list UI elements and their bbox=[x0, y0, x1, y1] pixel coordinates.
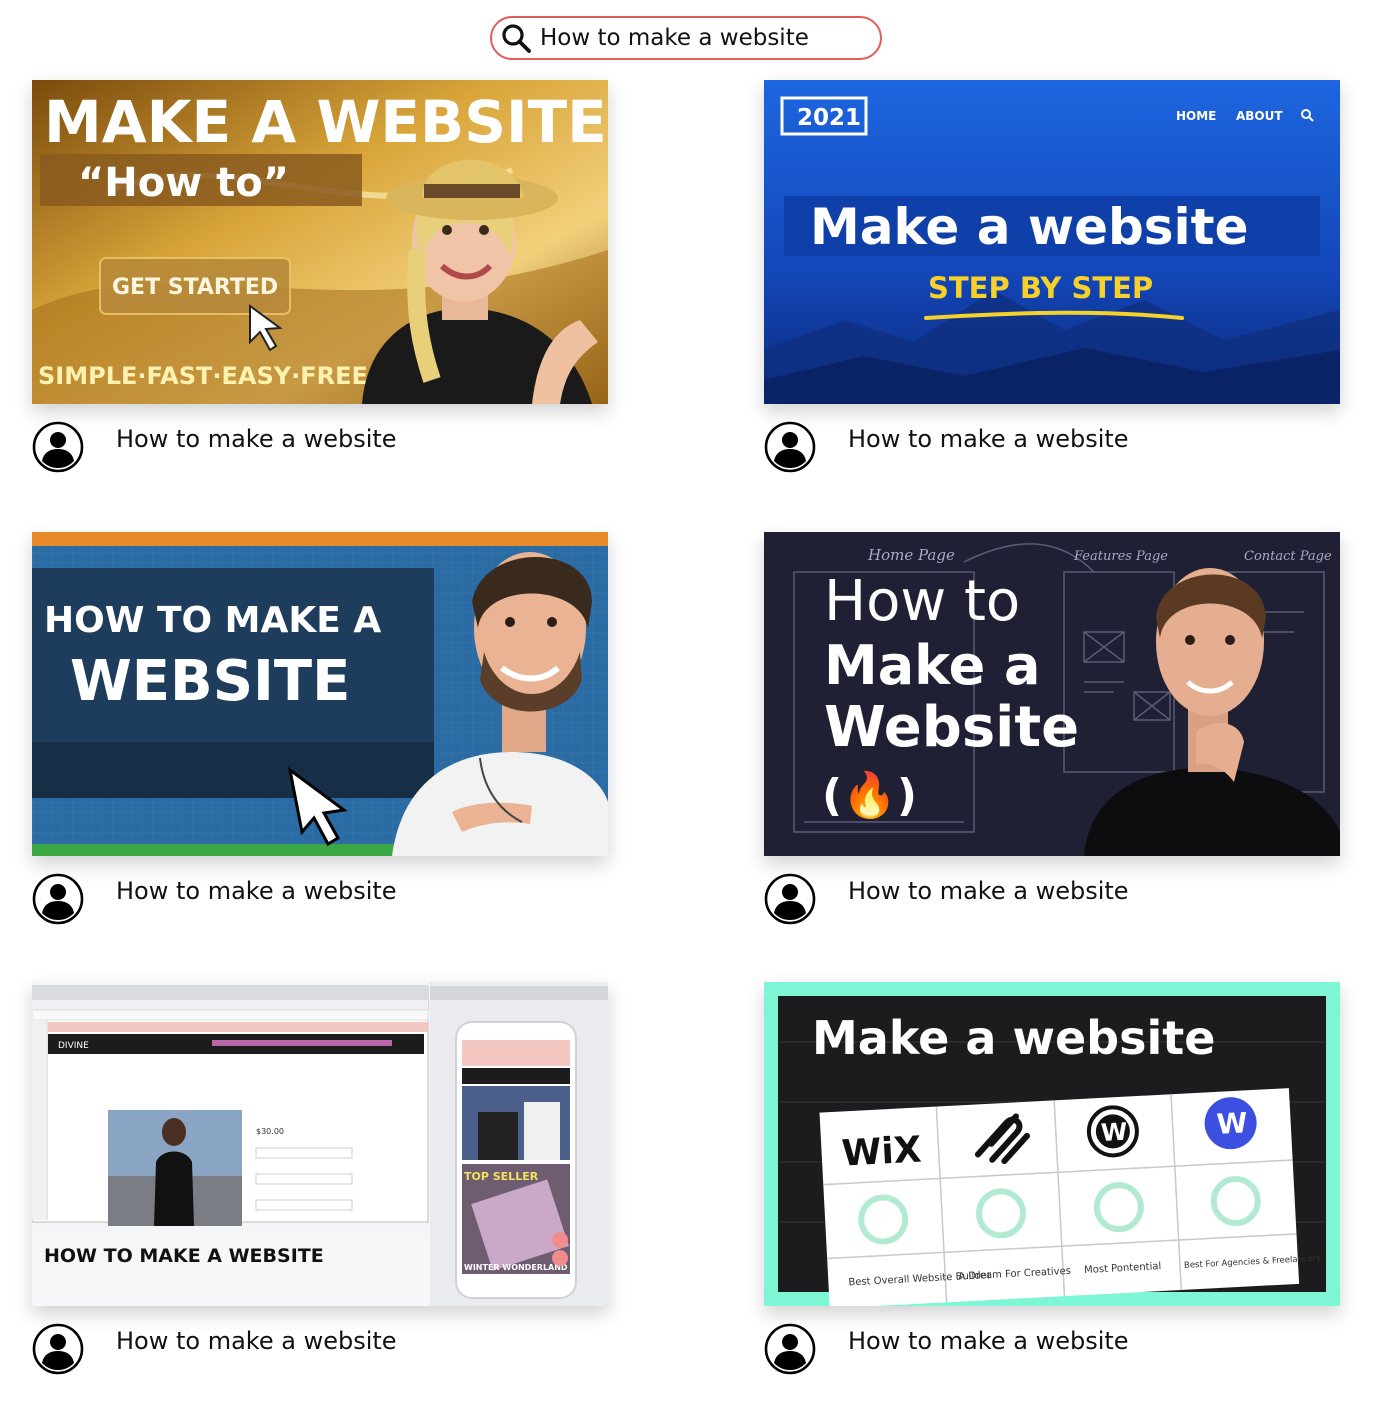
video-meta: How to make a website bbox=[764, 872, 1340, 928]
thumbnail-caption: HOW TO MAKE A WEBSITE bbox=[44, 1245, 324, 1267]
thumbnail-art: DIVINE $30.00 HOW TO MAKE A WEBSITE TOP … bbox=[32, 982, 608, 1306]
thumbnail-line1: How to bbox=[824, 569, 1020, 634]
thumbnail-sketch-home: Home Page bbox=[867, 546, 955, 564]
video-thumbnail[interactable]: DIVINE $30.00 HOW TO MAKE A WEBSITE TOP … bbox=[32, 982, 608, 1306]
thumbnail-subhead: STEP BY STEP bbox=[928, 271, 1153, 305]
video-thumbnail[interactable]: Home Page Features Page Contact Page How… bbox=[764, 532, 1340, 856]
thumbnail-line2: Make a bbox=[824, 634, 1041, 697]
thumbnail-nav-about: ABOUT bbox=[1236, 109, 1283, 123]
thumbnail-footer: SIMPLE·FAST·EASY·FREE bbox=[38, 362, 368, 390]
user-avatar-icon[interactable] bbox=[764, 873, 816, 925]
thumbnail-art: HOW TO MAKE A WEBSITE bbox=[32, 532, 608, 856]
video-meta: How to make a website bbox=[32, 872, 608, 928]
webflow-logo-letter: W bbox=[1216, 1106, 1249, 1141]
thumbnail-line1: HOW TO MAKE A bbox=[44, 600, 381, 641]
thumbnail-art: 2021 HOME ABOUT Make a website STEP BY S… bbox=[764, 80, 1340, 404]
thumbnail-brand: DIVINE bbox=[58, 1041, 89, 1051]
thumbnail-subhead: “How to” bbox=[78, 160, 289, 206]
thumbnail-promo-winter: WINTER WONDERLAND bbox=[464, 1263, 568, 1272]
search-input[interactable] bbox=[540, 20, 870, 56]
thumbnail-art: Home Page Features Page Contact Page How… bbox=[764, 532, 1340, 856]
thumbnail-headline: Make a website bbox=[810, 198, 1248, 256]
video-title[interactable]: How to make a website bbox=[116, 1327, 397, 1355]
video-title[interactable]: How to make a website bbox=[848, 877, 1129, 905]
video-thumbnail[interactable]: Make a website WiX W W Best Overall Webs… bbox=[764, 982, 1340, 1306]
video-meta: How to make a website bbox=[32, 1322, 608, 1378]
thumbnail-price: $30.00 bbox=[256, 1127, 284, 1136]
thumbnail-art: Make a website WiX W W Best Overall Webs… bbox=[764, 982, 1340, 1306]
video-thumbnail[interactable]: MAKE A WEBSITE “How to” GET STARTED SIMP… bbox=[32, 80, 608, 404]
thumbnail-logo: (🔥) bbox=[822, 770, 917, 821]
video-meta: How to make a website bbox=[764, 1322, 1340, 1378]
search-icon bbox=[502, 24, 531, 53]
thumbnail-promo-top: TOP SELLER bbox=[464, 1170, 539, 1183]
video-meta: How to make a website bbox=[32, 420, 608, 476]
thumbnail-sketch-features: Features Page bbox=[1073, 549, 1168, 564]
video-title[interactable]: How to make a website bbox=[848, 425, 1129, 453]
svg-text:W: W bbox=[1100, 1118, 1128, 1147]
user-avatar-icon[interactable] bbox=[32, 421, 84, 473]
thumbnail-line2: WEBSITE bbox=[70, 649, 350, 714]
thumbnail-logo-wix: WiX bbox=[841, 1129, 923, 1174]
thumbnail-line3: Website bbox=[824, 695, 1079, 760]
user-avatar-icon[interactable] bbox=[32, 873, 84, 925]
video-thumbnail[interactable]: 2021 HOME ABOUT Make a website STEP BY S… bbox=[764, 80, 1340, 404]
video-title[interactable]: How to make a website bbox=[848, 1327, 1129, 1355]
video-meta: How to make a website bbox=[764, 420, 1340, 476]
user-avatar-icon[interactable] bbox=[764, 421, 816, 473]
user-avatar-icon[interactable] bbox=[32, 1323, 84, 1375]
thumbnail-art: MAKE A WEBSITE “How to” GET STARTED SIMP… bbox=[32, 80, 608, 404]
thumbnail-headline: Make a website bbox=[812, 1011, 1215, 1065]
thumbnail-nav-home: HOME bbox=[1176, 109, 1216, 123]
video-thumbnail[interactable]: HOW TO MAKE A WEBSITE bbox=[32, 532, 608, 856]
thumbnail-headline: MAKE A WEBSITE bbox=[44, 88, 607, 156]
video-title[interactable]: How to make a website bbox=[116, 425, 397, 453]
video-title[interactable]: How to make a website bbox=[116, 877, 397, 905]
thumbnail-button: GET STARTED bbox=[112, 275, 278, 300]
user-avatar-icon[interactable] bbox=[764, 1323, 816, 1375]
search-bar[interactable] bbox=[490, 16, 882, 60]
thumbnail-badge: 2021 bbox=[797, 105, 861, 131]
thumbnail-sketch-contact: Contact Page bbox=[1244, 549, 1332, 564]
